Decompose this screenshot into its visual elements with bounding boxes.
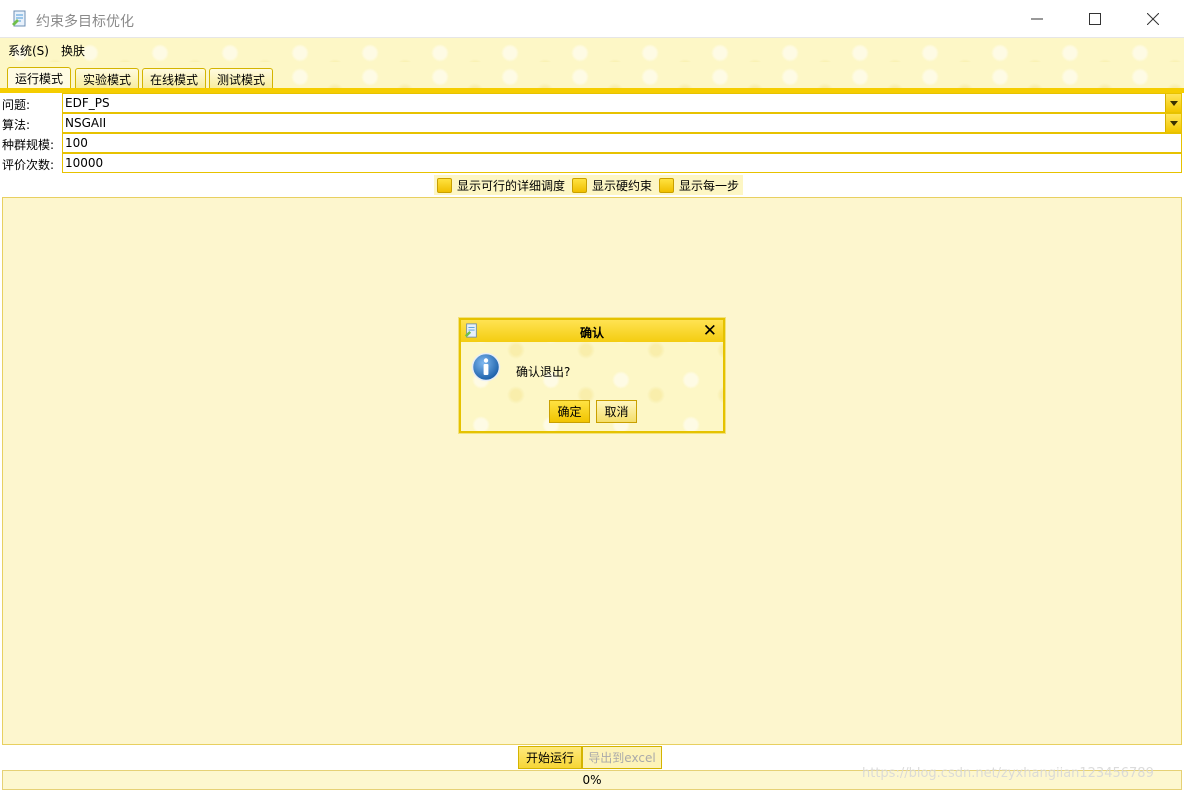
problem-row: 问题: EDF_PS — [0, 93, 1184, 113]
evaluations-row: 评价次数: 10000 — [0, 153, 1184, 173]
title-bar: 约束多目标优化 — [0, 0, 1184, 38]
problem-value: EDF_PS — [65, 96, 110, 110]
population-input[interactable]: 100 — [62, 133, 1182, 153]
population-row: 种群规模: 100 — [0, 133, 1184, 153]
confirm-dialog: 确认 ✕ 确认退出? 确定 取消 — [459, 318, 725, 433]
algorithm-label: 算法: — [2, 118, 31, 132]
export-excel-button[interactable]: 导出到excel — [582, 746, 662, 769]
checkbox-icon[interactable] — [659, 177, 675, 193]
checkbox-label: 显示可行的详细调度 — [457, 178, 566, 193]
info-icon — [471, 352, 501, 382]
evaluations-input[interactable]: 10000 — [62, 153, 1182, 173]
tab-run-mode[interactable]: 运行模式 — [7, 67, 72, 90]
maximize-button[interactable] — [1066, 0, 1124, 38]
minimize-icon — [1031, 18, 1043, 20]
close-icon[interactable]: ✕ — [703, 321, 717, 341]
menu-system[interactable]: 系统(S) — [8, 42, 49, 59]
checkbox-icon[interactable] — [572, 177, 588, 193]
population-label: 种群规模: — [2, 138, 55, 152]
chevron-down-icon[interactable] — [1165, 94, 1181, 112]
menu-skin[interactable]: 换肤 — [61, 42, 85, 59]
close-button[interactable] — [1124, 0, 1182, 38]
algorithm-row: 算法: NSGAII — [0, 113, 1184, 133]
dialog-title-bar[interactable]: 确认 ✕ — [461, 320, 723, 342]
tab-strip: 运行模式 实验模式 在线模式 测试模式 — [0, 62, 1184, 90]
document-edit-icon — [12, 10, 26, 27]
display-options: 显示可行的详细调度 显示硬约束 显示每一步 — [434, 175, 744, 195]
minimize-button[interactable] — [1008, 0, 1066, 38]
watermark: https://blog.csdn.net/zyxhangiian1234567… — [862, 766, 1154, 781]
algorithm-select[interactable]: NSGAII — [62, 113, 1182, 133]
maximize-icon — [1089, 13, 1101, 25]
evaluations-label: 评价次数: — [2, 158, 55, 172]
checkbox-show-feasible-schedule[interactable]: 显示可行的详细调度 — [434, 175, 565, 195]
algorithm-value: NSGAII — [65, 116, 107, 130]
problem-label: 问题: — [2, 98, 31, 112]
chevron-down-icon[interactable] — [1165, 114, 1181, 132]
tab-online-mode[interactable]: 在线模式 — [142, 68, 207, 89]
problem-select[interactable]: EDF_PS — [62, 93, 1182, 113]
menu-bar: 系统(S) 换肤 — [0, 38, 1184, 62]
start-run-button[interactable]: 开始运行 — [518, 746, 582, 769]
dialog-title: 确认 — [579, 326, 604, 340]
tab-experiment-mode[interactable]: 实验模式 — [75, 68, 140, 89]
progress-text: 0% — [582, 773, 602, 787]
checkbox-label: 显示硬约束 — [592, 178, 653, 193]
checkbox-show-hard-constraints[interactable]: 显示硬约束 — [569, 175, 652, 195]
checkbox-show-each-step[interactable]: 显示每一步 — [656, 175, 739, 195]
checkbox-label: 显示每一步 — [679, 178, 740, 193]
ok-button[interactable]: 确定 — [549, 400, 590, 423]
result-panel — [2, 197, 1182, 745]
dialog-message: 确认退出? — [516, 365, 571, 379]
cancel-button[interactable]: 取消 — [596, 400, 637, 423]
checkbox-icon[interactable] — [437, 177, 452, 193]
close-icon — [1147, 13, 1159, 25]
tab-test-mode[interactable]: 测试模式 — [209, 68, 274, 89]
window-title: 约束多目标优化 — [36, 14, 134, 30]
